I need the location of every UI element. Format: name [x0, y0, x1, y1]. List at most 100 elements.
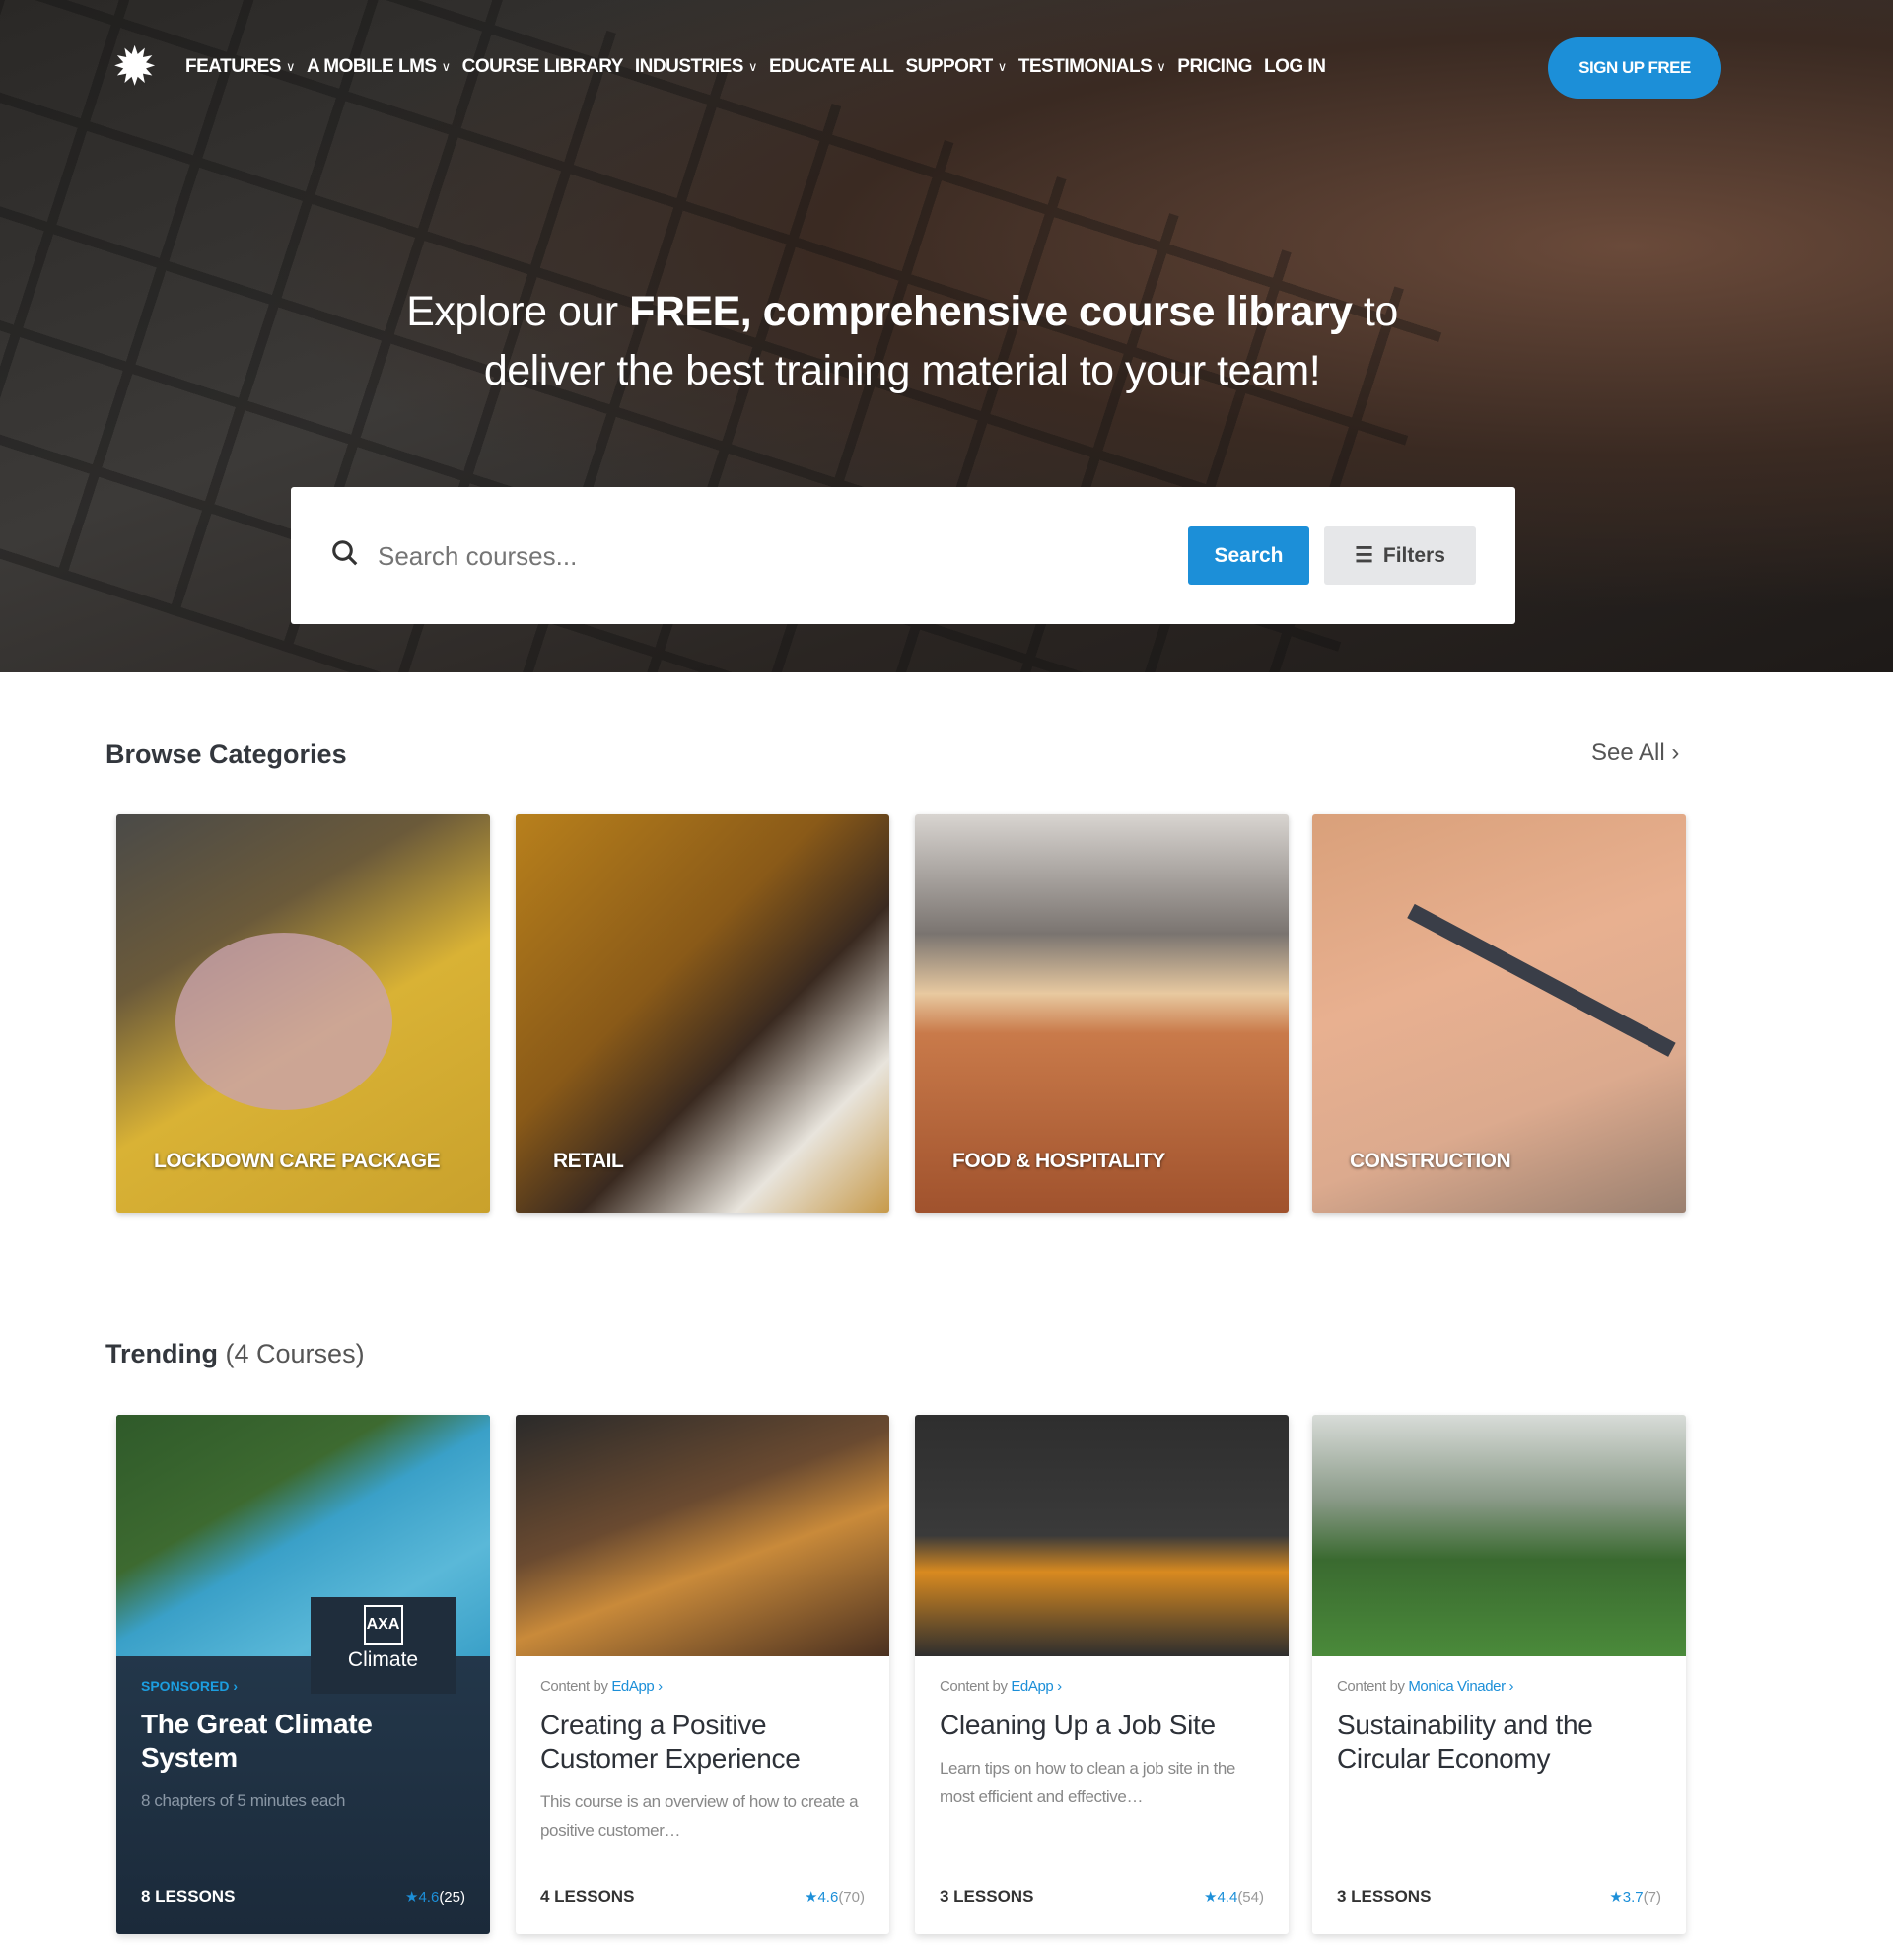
- nav-item-label: FEATURES: [185, 56, 281, 77]
- category-label: RETAIL: [553, 1150, 624, 1172]
- rating: ★4.4(54): [1204, 1888, 1264, 1906]
- lesson-count: 3 LESSONS: [1337, 1887, 1432, 1906]
- nav-item[interactable]: COURSE LIBRARY: [461, 56, 624, 78]
- logo-gear-icon[interactable]: ✹: [112, 40, 166, 94]
- hero-line2: deliver the best training material to yo…: [483, 347, 1321, 394]
- content-by: Content by Monica Vinader ›: [1337, 1678, 1661, 1695]
- nav-item[interactable]: LOG IN: [1263, 56, 1326, 78]
- browse-categories-title: Browse Categories: [105, 739, 347, 769]
- content-by-label: Content by: [1337, 1678, 1405, 1695]
- sliders-icon: ☰: [1355, 544, 1373, 567]
- course-desc: This course is an overview of how to cre…: [540, 1792, 859, 1840]
- search-icon: [330, 538, 360, 576]
- rating-count: (7): [1643, 1889, 1661, 1906]
- nav-item[interactable]: PRICING: [1177, 56, 1252, 78]
- see-all-link[interactable]: See All ›: [1591, 739, 1679, 767]
- lesson-count: 3 LESSONS: [940, 1887, 1034, 1906]
- rating-count: (54): [1237, 1889, 1264, 1906]
- nav-item[interactable]: A MOBILE LMS ∨: [307, 56, 451, 78]
- trending-title: Trending (4 Courses): [105, 1339, 365, 1369]
- nav-item-label: SUPPORT: [905, 56, 993, 77]
- rating-value: 4.6: [418, 1889, 440, 1906]
- hero-post: to: [1352, 288, 1398, 335]
- hero-banner: ✹ FEATURES ∨ A MOBILE LMS ∨ COURSE LIBRARY IN…: [0, 0, 1893, 672]
- sponsored-tag[interactable]: SPONSORED ›: [141, 1678, 465, 1694]
- course-desc: 8 chapters of 5 minutes each: [141, 1791, 346, 1810]
- rating-count: (25): [439, 1889, 465, 1906]
- chevron-down-icon: ∨: [285, 59, 296, 74]
- filters-button[interactable]: ☰ Filters: [1324, 526, 1476, 585]
- rating: ★4.6(25): [405, 1888, 465, 1906]
- search-panel: Search ☰ Filters: [291, 487, 1515, 624]
- sign-up-button[interactable]: SIGN UP FREE: [1548, 37, 1721, 99]
- course-card[interactable]: Content by EdApp › Cleaning Up a Job Sit…: [915, 1415, 1289, 1934]
- category-card[interactable]: FOOD & HOSPITALITY: [915, 814, 1289, 1213]
- rating-value: 4.4: [1217, 1889, 1238, 1906]
- nav-item-label: PRICING: [1177, 56, 1252, 77]
- lesson-count: 4 LESSONS: [540, 1887, 635, 1906]
- content-by: Content by EdApp ›: [940, 1678, 1264, 1695]
- axa-logo: AXA: [363, 1605, 403, 1645]
- nav-item[interactable]: INDUSTRIES ∨: [634, 56, 758, 78]
- hero-bold: FREE, comprehensive course library: [629, 288, 1353, 335]
- star-icon: ★: [805, 1889, 818, 1906]
- content-by-label: Content by: [940, 1678, 1008, 1695]
- rating: ★4.6(70): [805, 1888, 865, 1906]
- category-card[interactable]: CONSTRUCTION: [1312, 814, 1686, 1213]
- category-card[interactable]: RETAIL: [516, 814, 889, 1213]
- category-card[interactable]: LOCKDOWN CARE PACKAGE: [116, 814, 490, 1213]
- star-icon: ★: [1609, 1889, 1623, 1906]
- course-image: [516, 1415, 889, 1656]
- filters-label: Filters: [1382, 543, 1445, 567]
- top-nav: ✹ FEATURES ∨ A MOBILE LMS ∨ COURSE LIBRARY IN…: [112, 40, 1337, 94]
- course-image: [915, 1415, 1289, 1656]
- nav-item[interactable]: FEATURES ∨: [185, 56, 296, 78]
- hero-heading: Explore our FREE, comprehensive course l…: [0, 282, 1804, 400]
- chevron-right-icon: ›: [1508, 1678, 1514, 1695]
- nav-item[interactable]: EDUCATE ALL: [769, 56, 894, 78]
- sponsored-label: SPONSORED: [141, 1678, 230, 1694]
- trending-count: (4 Courses): [225, 1339, 365, 1368]
- see-all-label: See All: [1591, 739, 1665, 766]
- chevron-right-icon: ›: [1671, 739, 1680, 766]
- chevron-right-icon: ›: [1057, 1678, 1062, 1695]
- chevron-down-icon: ∨: [441, 59, 452, 74]
- nav-item-label: EDUCATE ALL: [769, 56, 894, 77]
- star-icon: ★: [405, 1889, 419, 1906]
- course-title: Sustainability and the Circular Economy: [1337, 1710, 1593, 1774]
- course-card[interactable]: AXA Climate SPONSORED › The Great Climate…: [116, 1415, 490, 1934]
- nav-item-label: INDUSTRIES: [634, 56, 744, 77]
- nav-item-label: LOG IN: [1263, 56, 1326, 77]
- nav-item-label: TESTIMONIALS: [1017, 56, 1153, 77]
- search-input[interactable]: [378, 526, 1166, 586]
- trending-label: Trending: [105, 1339, 218, 1368]
- star-icon: ★: [1204, 1889, 1218, 1906]
- lesson-count: 8 LESSONS: [141, 1887, 236, 1906]
- provider-link[interactable]: Monica Vinader: [1408, 1678, 1506, 1695]
- nav-item[interactable]: TESTIMONIALS ∨: [1017, 56, 1166, 78]
- chevron-right-icon: ›: [658, 1678, 663, 1695]
- category-label: LOCKDOWN CARE PACKAGE: [154, 1150, 441, 1172]
- hero-pre: Explore our: [406, 288, 630, 335]
- provider-link[interactable]: EdApp: [1011, 1678, 1053, 1695]
- rating-value: 4.6: [817, 1889, 839, 1906]
- chevron-down-icon: ∨: [747, 59, 758, 74]
- search-button[interactable]: Search: [1188, 526, 1309, 585]
- course-title: Creating a Positive Customer Experience: [540, 1710, 801, 1774]
- course-card[interactable]: Content by Monica Vinader › Sustainabili…: [1312, 1415, 1686, 1934]
- provider-link[interactable]: EdApp: [611, 1678, 654, 1695]
- course-title: The Great Climate System: [141, 1709, 373, 1773]
- course-card[interactable]: Content by EdApp › Creating a Positive C…: [516, 1415, 889, 1934]
- content-by-label: Content by: [540, 1678, 608, 1695]
- nav-item-label: COURSE LIBRARY: [461, 56, 624, 77]
- chevron-down-icon: ∨: [997, 59, 1008, 74]
- category-label: CONSTRUCTION: [1350, 1150, 1511, 1172]
- course-title: Cleaning Up a Job Site: [940, 1710, 1216, 1740]
- rating-value: 3.7: [1622, 1889, 1644, 1906]
- content-by: Content by EdApp ›: [540, 1678, 865, 1695]
- nav-item[interactable]: SUPPORT ∨: [905, 56, 1008, 78]
- nav-item-label: A MOBILE LMS: [307, 56, 437, 77]
- rating-count: (70): [838, 1889, 865, 1906]
- category-label: FOOD & HOSPITALITY: [952, 1150, 1165, 1172]
- rating: ★3.7(7): [1609, 1888, 1661, 1906]
